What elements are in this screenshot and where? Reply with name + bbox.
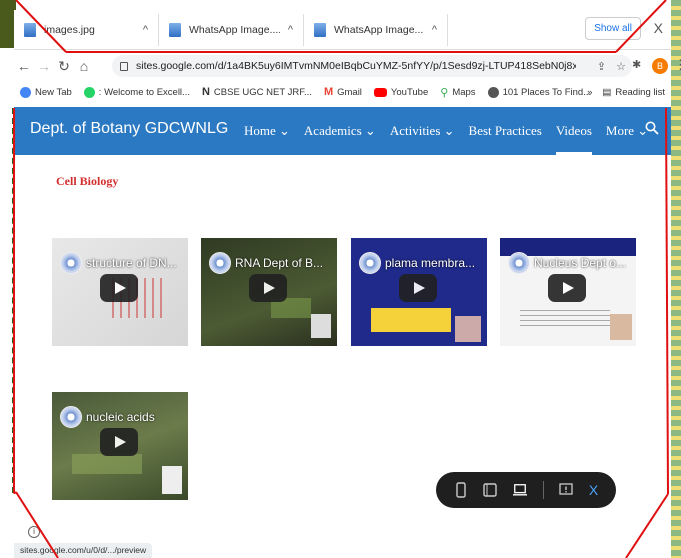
play-button-icon[interactable]	[399, 274, 437, 302]
video-thumbnail[interactable]: structure of DN...	[52, 238, 188, 346]
laptop-view-icon[interactable]	[513, 482, 528, 498]
video-title: RNA Dept of B...	[235, 256, 324, 270]
kebab-menu-icon[interactable]: ⋮	[674, 57, 681, 73]
lock-icon	[120, 61, 128, 71]
more-bookmarks-button[interactable]: »	[587, 87, 592, 98]
image-file-icon	[169, 22, 181, 37]
chevron-up-icon[interactable]: ^	[432, 24, 437, 36]
bookmark-item[interactable]: New Tab	[20, 86, 72, 98]
site-title[interactable]: Dept. of Botany GDCWNLG	[30, 120, 228, 138]
play-button-icon[interactable]	[249, 274, 287, 302]
extensions-icon[interactable]: ✱	[632, 58, 641, 71]
college-logo-icon	[60, 252, 82, 274]
globe-icon	[487, 86, 499, 98]
play-button-icon[interactable]	[548, 274, 586, 302]
video-thumbnail[interactable]: Nucleus Dept o...	[500, 238, 636, 346]
new-tab-icon	[20, 86, 31, 98]
nav-best-practices[interactable]: Best Practices	[469, 107, 542, 155]
college-logo-icon	[508, 252, 530, 274]
search-icon[interactable]	[645, 121, 659, 135]
tablet-view-icon[interactable]	[483, 482, 498, 498]
bookmark-item[interactable]: : Welcome to Excell...	[83, 86, 190, 98]
bookmark-item[interactable]: 101 Places To Find...	[487, 86, 591, 98]
download-filename: WhatsApp Image....jpeg	[334, 23, 424, 36]
video-thumbnail[interactable]: nucleic acids	[52, 392, 188, 500]
maps-pin-icon: ⚲	[440, 86, 449, 99]
bookmark-star-icon[interactable]: ☆	[616, 60, 626, 73]
college-logo-icon	[60, 406, 82, 428]
back-arrow-icon[interactable]: ←	[14, 58, 34, 74]
play-button-icon[interactable]	[100, 274, 138, 302]
nav-home[interactable]: Home ⌄	[244, 107, 290, 155]
image-file-icon	[314, 22, 326, 37]
url-text[interactable]: sites.google.com/d/1a4BK5uy6IMTvmNM0eIBq…	[136, 60, 576, 72]
feedback-icon[interactable]	[559, 482, 573, 498]
phone-view-icon[interactable]	[454, 482, 468, 498]
profile-avatar[interactable]: B	[652, 58, 668, 74]
bookmark-item[interactable]: YouTube	[373, 87, 428, 98]
section-title: Cell Biology	[56, 174, 119, 188]
url-bar[interactable]: sites.google.com/d/1a4BK5uy6IMTvmNM0eIBq…	[112, 55, 632, 77]
page-content: Dept. of Botany GDCWNLG Home ⌄ Academics…	[14, 107, 671, 558]
toolbar-divider	[542, 481, 544, 499]
info-icon[interactable]: i	[28, 526, 40, 538]
video-title: plama membra...	[385, 256, 476, 270]
nav-videos[interactable]: Videos	[555, 107, 592, 155]
close-downloads-button[interactable]: X	[654, 20, 663, 36]
bookmark-item[interactable]: M Gmail	[324, 86, 362, 98]
college-logo-icon	[209, 252, 231, 274]
bookmark-item[interactable]: N CBSE UGC NET JRF...	[202, 86, 312, 98]
site-navbar: Dept. of Botany GDCWNLG Home ⌄ Academics…	[14, 107, 671, 155]
play-button-icon[interactable]	[100, 428, 138, 456]
video-title: Nucleus Dept o...	[534, 256, 627, 270]
downloads-bar: images.jpg ^ WhatsApp Image....jpeg ^ Wh…	[14, 10, 671, 50]
right-decorative-strip	[671, 0, 681, 558]
chevron-up-icon[interactable]: ^	[143, 24, 148, 36]
college-logo-icon	[359, 252, 381, 274]
reading-list-button[interactable]: ▤ Reading list	[602, 87, 665, 98]
reload-icon[interactable]: ↻	[54, 58, 74, 75]
chevron-up-icon[interactable]: ^	[288, 24, 293, 36]
nav-activities[interactable]: Activities ⌄	[390, 107, 455, 155]
video-title: nucleic acids	[86, 410, 155, 424]
status-bar-url: sites.google.com/u/0/d/.../preview	[14, 543, 153, 558]
address-bar-row: ← → ↻ ⌂ sites.google.com/d/1a4BK5uy6IMTv…	[14, 52, 681, 80]
nav-academics[interactable]: Academics ⌄	[304, 107, 376, 155]
share-icon[interactable]: ⇪	[597, 60, 606, 73]
whatsapp-icon	[83, 86, 95, 98]
left-dashed-border	[2, 108, 14, 493]
download-item[interactable]: WhatsApp Image....jpeg ^	[304, 13, 448, 46]
show-all-button[interactable]: Show all	[585, 17, 641, 40]
youtube-icon	[373, 87, 387, 97]
n-logo-icon: N	[201, 86, 210, 98]
video-thumbnail[interactable]: plama membra...	[351, 238, 487, 346]
close-preview-icon[interactable]: X	[589, 482, 598, 498]
preview-device-toolbar: X	[436, 472, 616, 508]
reading-list-icon: ▤	[602, 86, 612, 98]
gmail-icon: M	[323, 86, 334, 98]
home-icon[interactable]: ⌂	[74, 58, 94, 74]
video-thumbnail[interactable]: RNA Dept of B...	[201, 238, 337, 346]
nav-more[interactable]: More ⌄	[606, 107, 648, 155]
forward-arrow-icon[interactable]: →	[34, 58, 54, 74]
bookmarks-bar: New Tab : Welcome to Excell... N CBSE UGC…	[14, 81, 671, 103]
image-file-icon	[24, 22, 36, 37]
download-filename: images.jpg	[44, 23, 95, 36]
download-filename: WhatsApp Image....jpeg	[189, 23, 280, 36]
download-item[interactable]: WhatsApp Image....jpeg ^	[159, 13, 304, 46]
bookmark-item[interactable]: ⚲ Maps	[440, 86, 475, 99]
video-title: structure of DN...	[86, 256, 177, 270]
download-item[interactable]: images.jpg ^	[14, 13, 159, 46]
